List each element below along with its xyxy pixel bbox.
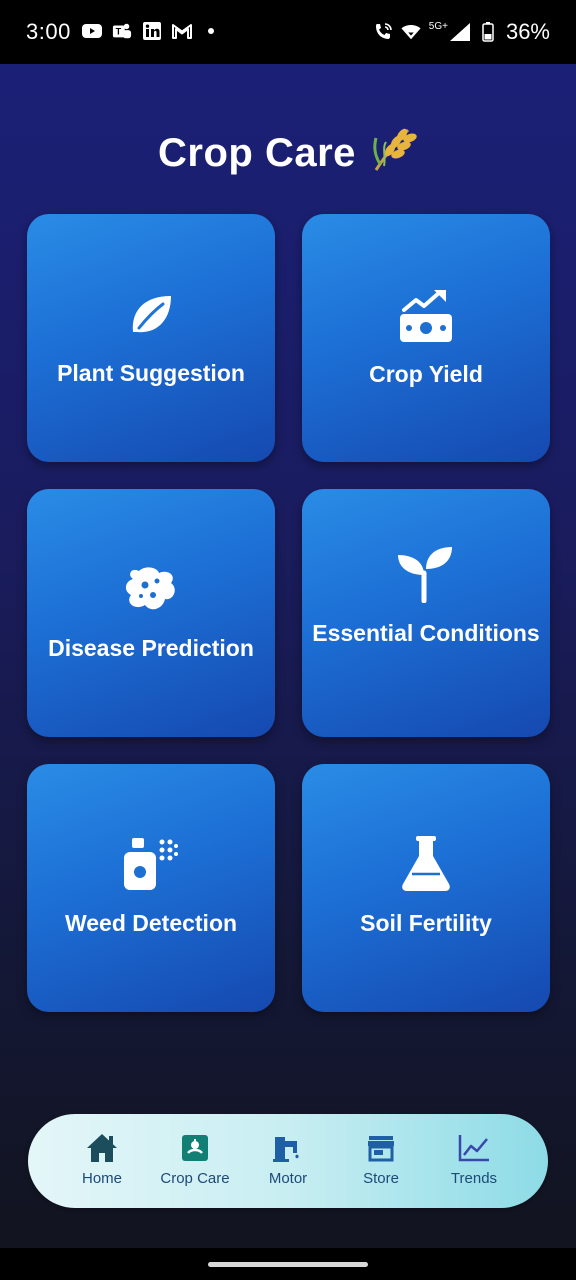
nav-label: Store [363,1170,399,1187]
weed-detection-card[interactable]: Weed Detection [27,764,275,1012]
card-label: Weed Detection [64,910,238,936]
nav-home[interactable]: Home [57,1132,147,1187]
status-bar: 3:00 T 5G+ 36% [0,0,576,64]
disease-prediction-card[interactable]: Disease Prediction [27,489,275,737]
nav-trends[interactable]: Trends [429,1132,519,1187]
teams-icon: T [112,22,132,40]
notification-icons: T [82,22,214,40]
nav-label: Crop Care [160,1170,230,1187]
money-growth-icon [302,288,550,344]
home-icon [57,1132,147,1164]
home-gesture-bar[interactable] [208,1262,368,1267]
gmail-icon [172,22,192,40]
linkedin-icon [142,22,162,40]
card-label: Plant Suggestion [57,360,245,386]
system-indicators: 5G+ 36% [373,19,550,45]
nav-label: Trends [450,1170,498,1187]
flask-icon [302,836,550,892]
card-label: Crop Yield [369,361,483,387]
wifi-calling-icon [373,23,393,41]
nav-motor[interactable]: Motor [243,1132,333,1187]
crop-yield-card[interactable]: Crop Yield [302,214,550,462]
network-type: 5G+ [428,20,448,32]
nav-label: Motor [268,1170,308,1187]
bacteria-icon [27,565,275,615]
battery-percent: 36% [505,19,550,44]
youtube-icon [82,22,102,40]
nav-crop-care[interactable]: Crop Care [150,1132,240,1187]
card-label: Disease Prediction [48,635,254,661]
wheat-icon [368,124,418,182]
battery-icon [478,22,498,42]
nav-store[interactable]: Store [336,1132,426,1187]
soil-fertility-card[interactable]: Soil Fertility [302,764,550,1012]
more-notifications-dot [208,28,214,34]
signal-icon [449,23,470,41]
svg-text:T: T [116,27,122,37]
page-title: Crop Care [0,124,576,182]
card-label: Soil Fertility [360,910,492,936]
card-label: Essential Conditions [312,620,540,646]
leaf-icon [27,292,275,336]
status-time: 3:00 [26,19,71,44]
essential-conditions-card[interactable]: Essential Conditions [302,489,550,737]
motor-icon [243,1132,333,1164]
trends-icon [429,1132,519,1164]
store-icon [336,1132,426,1164]
seedling-icon [302,545,550,603]
plant-suggestion-card[interactable]: Plant Suggestion [27,214,275,462]
crop-care-icon [150,1132,240,1164]
wifi-icon [401,23,421,41]
bottom-navigation: Home Crop Care Motor Store Trends [28,1114,548,1208]
gesture-bar-area [0,1248,576,1280]
spray-bottle-icon [27,836,275,892]
nav-label: Home [81,1170,122,1187]
page-title-text: Crop Care [158,130,356,175]
